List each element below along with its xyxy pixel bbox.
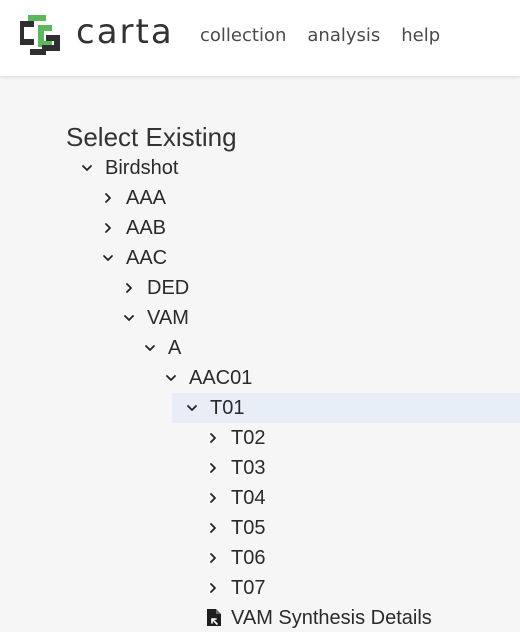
tree-node[interactable]: T05	[0, 513, 520, 543]
tree-node[interactable]: VAM	[0, 303, 520, 333]
chevron-right-icon[interactable]	[122, 273, 136, 303]
nav-item-collection[interactable]: collection	[200, 24, 286, 48]
chevron-down-icon[interactable]	[185, 393, 199, 423]
tree-node-label: T04	[231, 487, 266, 509]
chevron-right-icon[interactable]	[206, 543, 220, 573]
tree-node-label: AAC	[126, 247, 168, 269]
tree-node-label: A	[168, 337, 182, 359]
tree-node-label: T05	[231, 517, 266, 539]
chevron-down-icon[interactable]	[122, 303, 136, 333]
carta-logo-icon[interactable]	[16, 11, 62, 55]
tree-node-label: Birdshot	[105, 157, 179, 179]
chevron-right-icon[interactable]	[206, 483, 220, 513]
tree-node[interactable]: AAB	[0, 213, 520, 243]
brand-name[interactable]: carta	[76, 10, 174, 54]
collection-tree: Birdshot AAA AAB AAC DED VAM A AAC01 T01 T02 T03 T0…	[0, 153, 520, 632]
chevron-right-icon[interactable]	[101, 213, 115, 243]
tree-node[interactable]: T04	[0, 483, 520, 513]
chevron-right-icon[interactable]	[101, 183, 115, 213]
tree-node[interactable]: T06	[0, 543, 520, 573]
tree-node-label: AAA	[126, 187, 167, 209]
tree-node[interactable]: AAC01	[0, 363, 520, 393]
chevron-right-icon[interactable]	[206, 453, 220, 483]
tree-node-label: T03	[231, 457, 266, 479]
chevron-down-icon[interactable]	[143, 333, 157, 363]
tree-node-label: VAM Synthesis Details	[231, 607, 432, 629]
main-nav: collection analysis help	[200, 24, 440, 48]
tree-node-label: VAM	[147, 307, 189, 329]
tree-node[interactable]: T01	[0, 393, 520, 423]
tree-node-label: AAC01	[189, 367, 253, 389]
main-content: Select Existing Birdshot AAA AAB AAC DED VAM A…	[0, 77, 520, 632]
nav-item-help[interactable]: help	[401, 24, 440, 48]
chevron-right-icon[interactable]	[206, 513, 220, 543]
file-link-icon	[207, 609, 221, 626]
tree-node[interactable]: AAC	[0, 243, 520, 273]
chevron-right-icon[interactable]	[206, 423, 220, 453]
tree-node[interactable]: T02	[0, 423, 520, 453]
top-navbar: carta collection analysis help	[0, 0, 520, 76]
tree-node-label: T02	[231, 427, 266, 449]
tree-node[interactable]: DED	[0, 273, 520, 303]
chevron-right-icon[interactable]	[206, 573, 220, 603]
tree-file-item[interactable]: VAM Synthesis Details	[0, 603, 520, 632]
tree-node[interactable]: Birdshot	[0, 153, 520, 183]
tree-node-label: AAB	[126, 217, 167, 239]
page-title: Select Existing	[66, 122, 237, 152]
tree-node-label: T06	[231, 547, 266, 569]
nav-item-analysis[interactable]: analysis	[307, 24, 380, 48]
tree-node-label: T01	[210, 397, 245, 419]
tree-node[interactable]: AAA	[0, 183, 520, 213]
tree-node-label: DED	[147, 277, 190, 299]
tree-node[interactable]: T07	[0, 573, 520, 603]
chevron-down-icon[interactable]	[80, 153, 94, 183]
chevron-down-icon[interactable]	[101, 243, 115, 273]
tree-node[interactable]: A	[0, 333, 520, 363]
tree-node[interactable]: T03	[0, 453, 520, 483]
chevron-down-icon[interactable]	[164, 363, 178, 393]
tree-node-label: T07	[231, 577, 266, 599]
